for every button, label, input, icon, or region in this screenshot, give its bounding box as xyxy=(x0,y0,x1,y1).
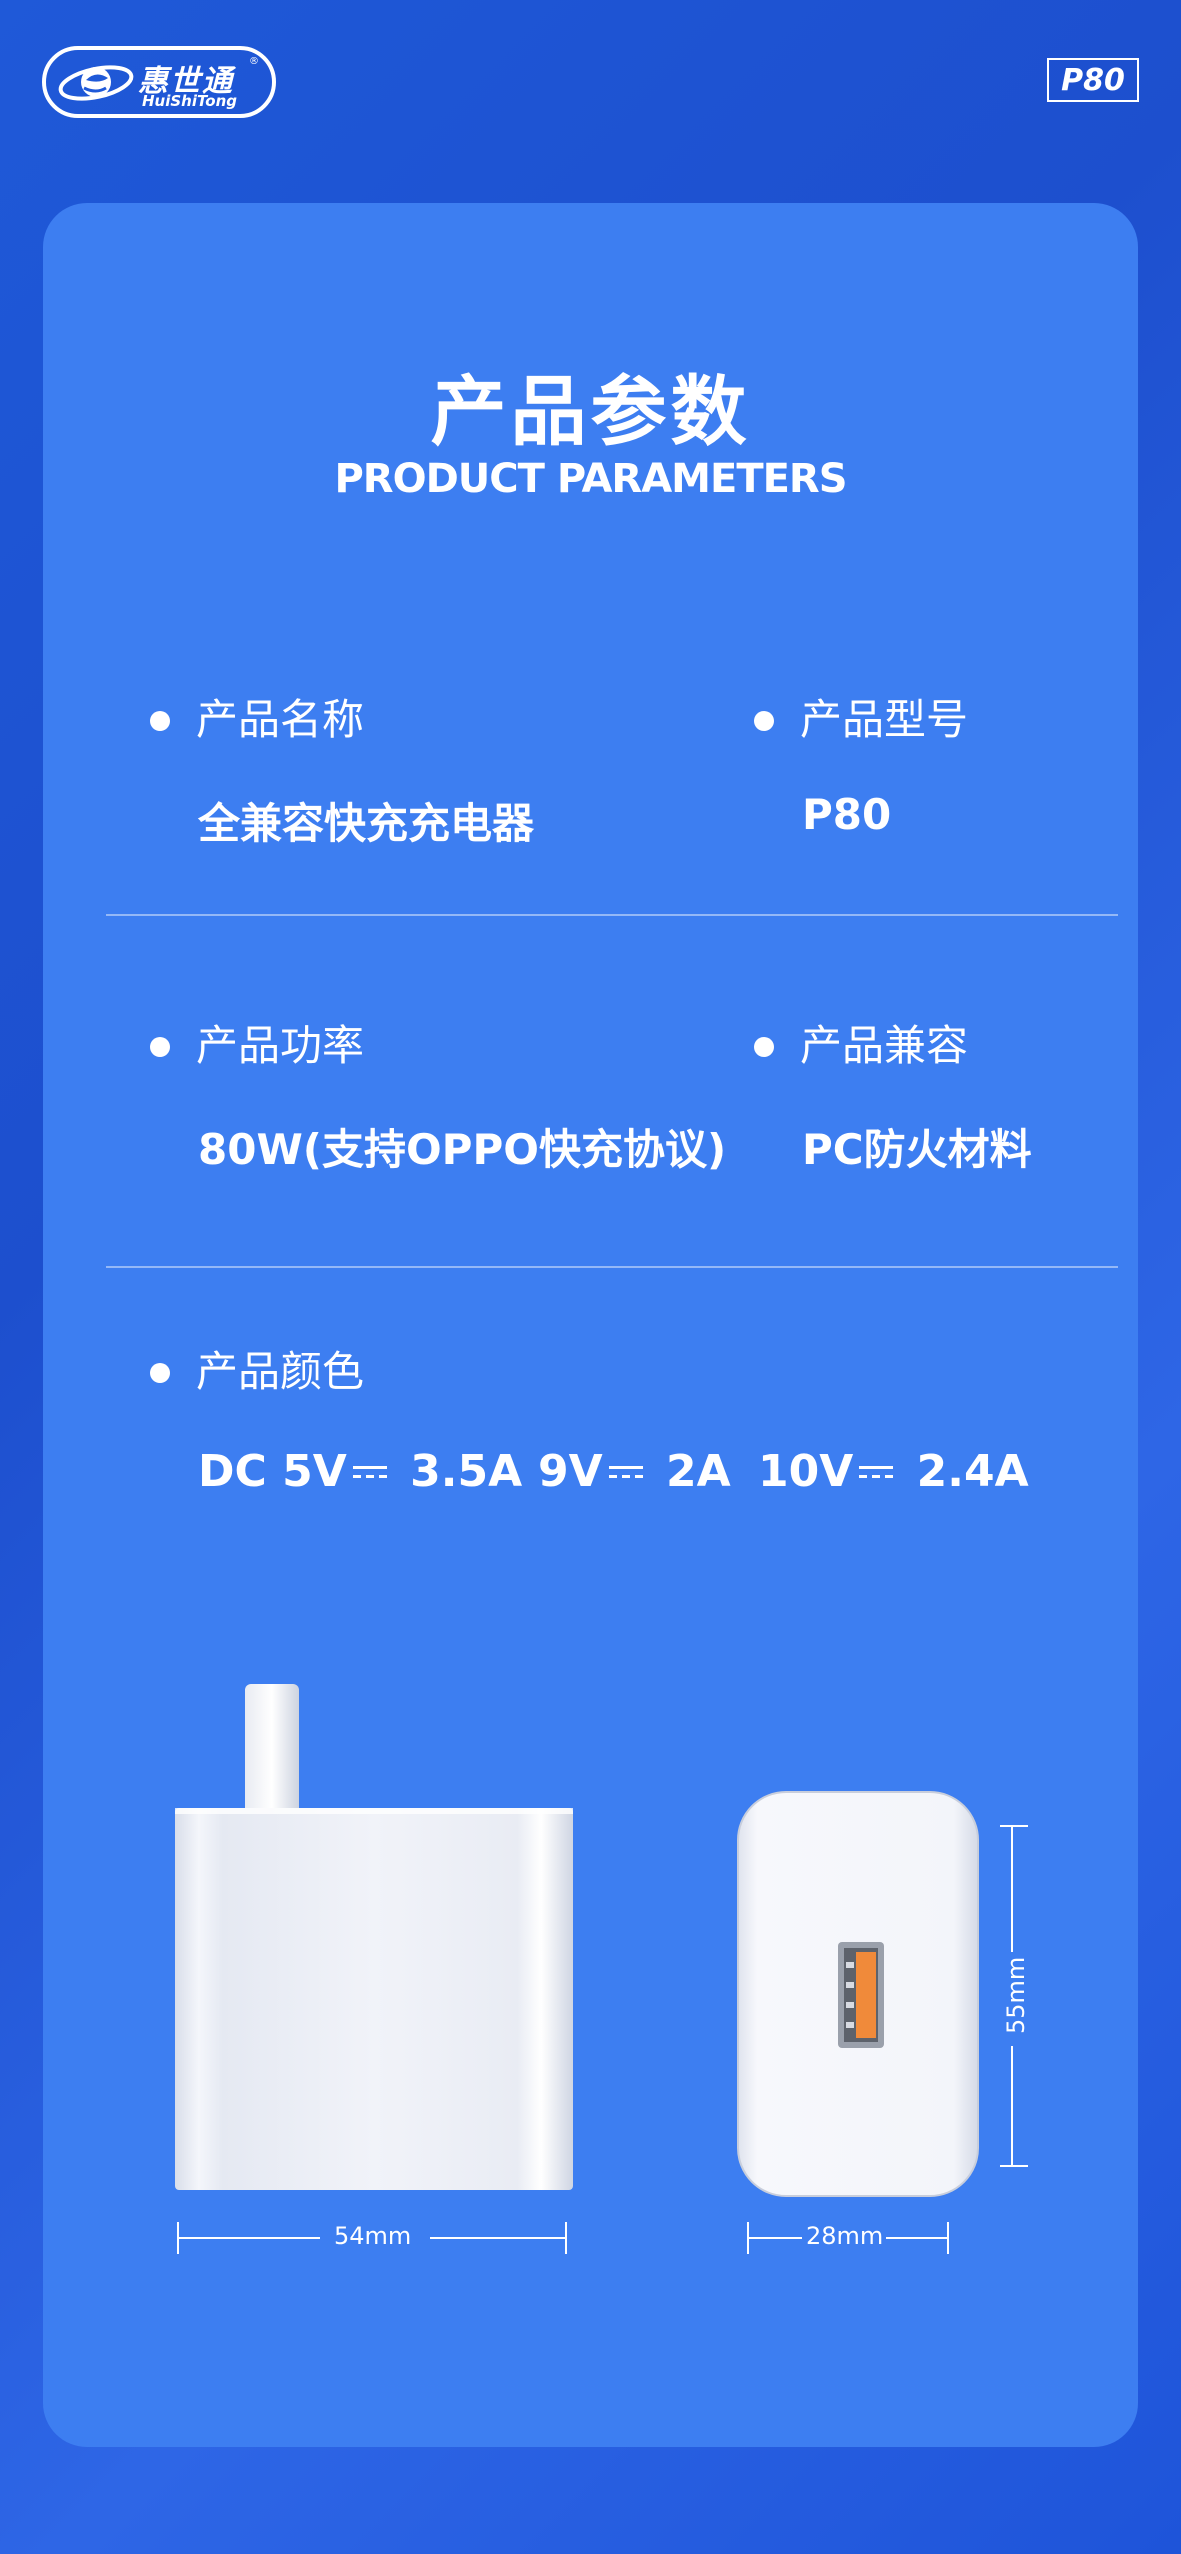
param-label-compat: 产品兼容 xyxy=(754,1012,968,1073)
param-value-model: P80 xyxy=(802,790,892,839)
dc-symbol-icon xyxy=(608,1466,643,1482)
brand-logo: 惠世通 ® HuiShiTong xyxy=(42,46,276,118)
dc-symbol-icon xyxy=(352,1466,387,1482)
spec-item: 10V 2.4A xyxy=(758,1446,1029,1497)
charger-side-view xyxy=(175,1684,573,2190)
height-dimension-label: 55mm xyxy=(1002,1956,1030,2034)
brand-name-en: HuiShiTong xyxy=(142,92,238,110)
charger-front-view xyxy=(737,1791,979,2197)
bullet-icon xyxy=(150,1362,170,1383)
spec-voltage: 5V xyxy=(282,1446,347,1497)
bullet-icon xyxy=(754,1036,774,1057)
param-label-color: 产品颜色 xyxy=(150,1338,364,1399)
globe-logo-icon xyxy=(58,65,134,101)
param-label-model: 产品型号 xyxy=(754,686,968,747)
spec-current: 2.4A xyxy=(916,1446,1029,1497)
param-value-name: 全兼容快充充电器 xyxy=(198,799,535,848)
depth-dimension-label: 28mm xyxy=(806,2222,884,2250)
divider xyxy=(106,1266,1118,1268)
spec-current: 2A xyxy=(666,1446,731,1497)
spec-voltage: 10V xyxy=(758,1446,854,1497)
page-title: 产品参数 xyxy=(430,367,751,456)
registered-mark: ® xyxy=(249,56,259,67)
bullet-icon xyxy=(150,1036,170,1057)
dc-symbol-icon xyxy=(859,1466,894,1482)
spec-voltage: 9V xyxy=(538,1446,603,1497)
model-badge: P80 xyxy=(1047,58,1139,102)
divider xyxy=(106,914,1118,916)
param-value-compat: PC防火材料 xyxy=(802,1125,1032,1174)
spec-item: DC 5V 3.5A xyxy=(198,1446,522,1497)
param-value-power: 80W(支持OPPO快充协议) xyxy=(198,1125,727,1174)
param-label-name: 产品名称 xyxy=(150,686,364,747)
bullet-icon xyxy=(150,710,170,731)
spec-prefix: DC xyxy=(198,1446,267,1497)
bullet-icon xyxy=(754,710,774,731)
page-subtitle: PRODUCT PARAMETERS xyxy=(334,456,847,502)
width-dimension-label: 54mm xyxy=(334,2222,412,2250)
param-label-power: 产品功率 xyxy=(150,1012,364,1073)
usb-port-icon xyxy=(838,1942,884,2048)
spec-current: 3.5A xyxy=(410,1446,523,1497)
spec-item: 9V 2A xyxy=(538,1446,731,1497)
